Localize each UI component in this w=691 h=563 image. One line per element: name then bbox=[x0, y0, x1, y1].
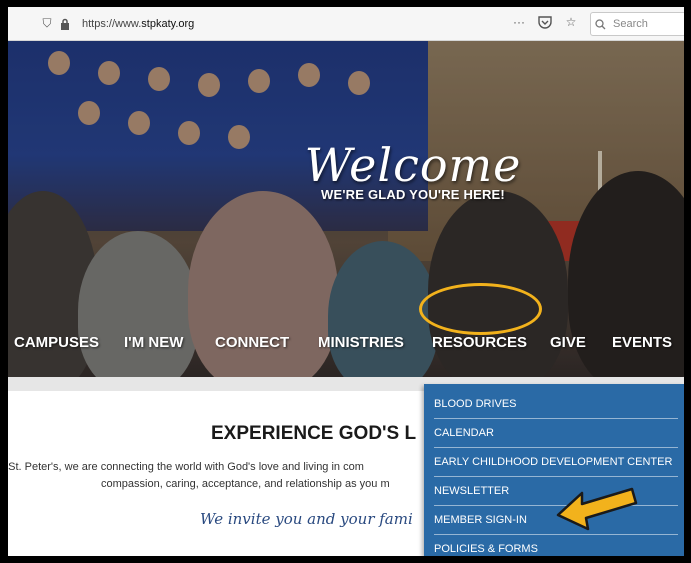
page-actions: ··· ☆ bbox=[510, 13, 580, 31]
intro-text-line-2: compassion, caring, acceptance, and rela… bbox=[101, 478, 390, 490]
nav-item-ministries[interactable]: MINISTRIES bbox=[318, 334, 404, 351]
nav-item-give[interactable]: GIVE bbox=[550, 334, 586, 351]
resources-highlight-annotation bbox=[419, 283, 542, 335]
search-placeholder: Search bbox=[613, 18, 648, 30]
menu-item-blood-drives[interactable]: BLOOD DRIVES bbox=[434, 390, 678, 419]
pointer-arrow-annotation bbox=[556, 487, 638, 531]
nav-item-connect[interactable]: CONNECT bbox=[215, 334, 289, 351]
resources-dropdown-menu: BLOOD DRIVES CALENDAR EARLY CHILDHOOD DE… bbox=[424, 384, 684, 556]
browser-window: ⛉ https://www.stpkaty.org ··· ☆ Search W… bbox=[8, 7, 684, 556]
url-domain: stpkaty.org bbox=[141, 17, 195, 30]
address-bar[interactable]: ⛉ https://www.stpkaty.org bbox=[38, 11, 466, 36]
more-actions-icon[interactable]: ··· bbox=[510, 13, 528, 31]
menu-item-early-childhood[interactable]: EARLY CHILDHOOD DEVELOPMENT CENTER bbox=[434, 448, 678, 477]
menu-item-policies-forms[interactable]: POLICIES & FORMS bbox=[434, 535, 678, 556]
nav-item-campuses[interactable]: CAMPUSES bbox=[14, 334, 99, 351]
url-text[interactable]: https://www.stpkaty.org bbox=[82, 18, 194, 30]
shield-icon[interactable]: ⛉ bbox=[38, 15, 56, 33]
main-nav: CAMPUSES I'M NEW CONNECT MINISTRIES RESO… bbox=[8, 326, 684, 360]
nav-item-im-new[interactable]: I'M NEW bbox=[124, 334, 183, 351]
search-input[interactable]: Search bbox=[590, 12, 684, 36]
search-icon bbox=[591, 15, 609, 33]
nav-item-events[interactable]: EVENTS bbox=[612, 334, 672, 351]
welcome-title: Welcome bbox=[304, 138, 522, 192]
welcome-subtitle: WE'RE GLAD YOU'RE HERE! bbox=[321, 187, 505, 202]
welcome-block: Welcome WE'RE GLAD YOU'RE HERE! bbox=[298, 141, 528, 202]
lock-icon bbox=[56, 15, 74, 33]
pocket-icon[interactable] bbox=[536, 13, 554, 31]
screenshot-frame: ⛉ https://www.stpkaty.org ··· ☆ Search W… bbox=[0, 0, 691, 563]
url-prefix: https://www. bbox=[82, 17, 142, 30]
section-headline: EXPERIENCE GOD'S L bbox=[211, 423, 417, 444]
hero-banner: Welcome WE'RE GLAD YOU'RE HERE! CAMPUSES… bbox=[8, 41, 684, 377]
bookmark-star-icon[interactable]: ☆ bbox=[562, 13, 580, 31]
menu-item-calendar[interactable]: CALENDAR bbox=[434, 419, 678, 448]
browser-toolbar: ⛉ https://www.stpkaty.org ··· ☆ Search bbox=[8, 7, 684, 41]
intro-text-line-1: t St. Peter's, we are connecting the wor… bbox=[8, 461, 364, 473]
invite-text: We invite you and your fami bbox=[200, 510, 413, 528]
nav-item-resources[interactable]: RESOURCES bbox=[432, 334, 527, 351]
